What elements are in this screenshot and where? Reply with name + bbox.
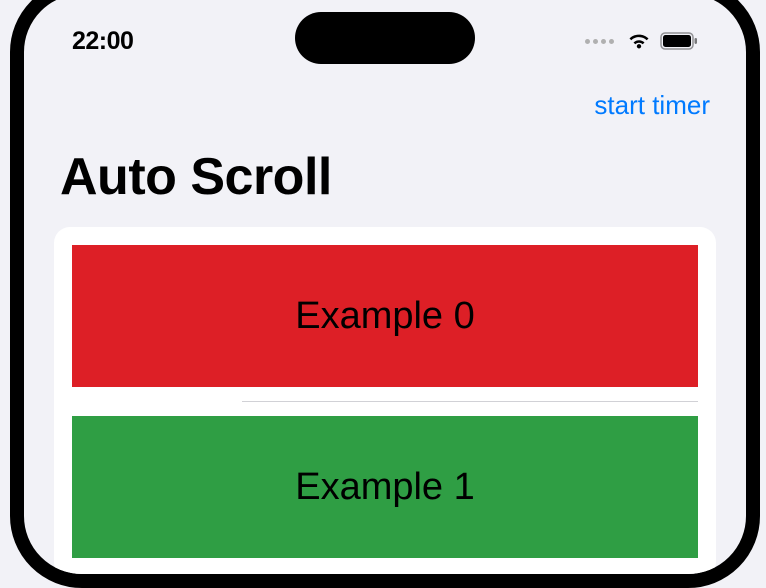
list-item[interactable]: Example 0 [72, 245, 698, 387]
dynamic-island [295, 12, 475, 64]
status-time: 22:00 [72, 27, 133, 56]
battery-icon [660, 32, 698, 50]
list-item[interactable]: Example 1 [72, 416, 698, 558]
start-timer-button[interactable]: start timer [594, 90, 710, 121]
list-item-label: Example 0 [295, 295, 475, 338]
scroll-list[interactable]: Example 0 Example 1 [54, 227, 716, 578]
list-item-label: Example 1 [295, 466, 475, 509]
page-title: Auto Scroll [24, 129, 746, 227]
navigation-bar: start timer [24, 64, 746, 129]
wifi-icon [626, 31, 652, 51]
phone-frame: 22:00 start timer Auto Scroll Example 0 [10, 0, 760, 588]
divider [242, 401, 698, 402]
status-indicators [585, 31, 698, 51]
recording-dots-icon [585, 39, 614, 44]
